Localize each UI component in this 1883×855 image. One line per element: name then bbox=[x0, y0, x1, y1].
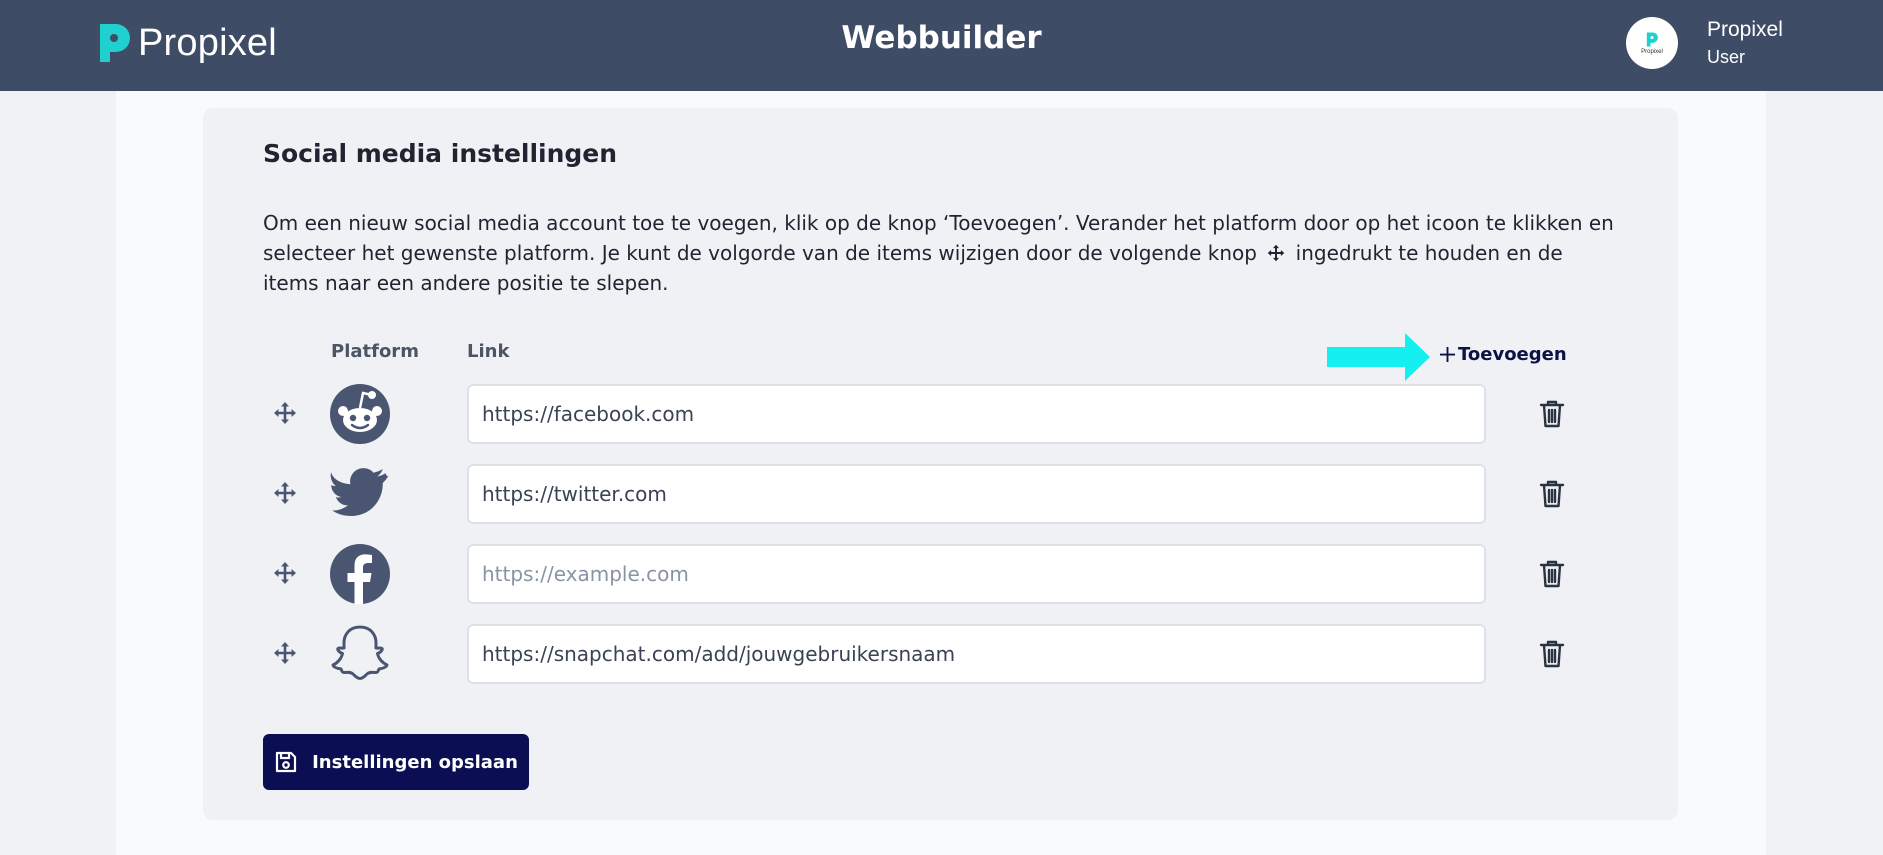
social-media-row bbox=[263, 464, 1583, 524]
link-input[interactable] bbox=[467, 544, 1486, 604]
link-input[interactable] bbox=[467, 384, 1486, 444]
column-header-platform: Platform bbox=[331, 341, 419, 362]
drag-handle-icon[interactable] bbox=[273, 561, 297, 585]
save-icon bbox=[276, 751, 297, 773]
link-input[interactable] bbox=[467, 624, 1486, 684]
social-media-row bbox=[263, 544, 1583, 604]
drag-handle-icon[interactable] bbox=[273, 481, 297, 505]
arrow-pointer-icon bbox=[1327, 333, 1430, 381]
facebook-icon[interactable] bbox=[330, 544, 390, 604]
avatar-text: Propixel bbox=[1641, 49, 1663, 55]
trash-icon[interactable] bbox=[1538, 399, 1566, 429]
twitter-icon[interactable] bbox=[330, 464, 390, 524]
social-media-row bbox=[263, 384, 1583, 444]
trash-icon[interactable] bbox=[1538, 559, 1566, 589]
settings-description: Om een nieuw social media account toe te… bbox=[263, 208, 1623, 298]
user-avatar[interactable]: Propixel bbox=[1626, 17, 1678, 69]
settings-title: Social media instellingen bbox=[263, 139, 618, 168]
trash-icon[interactable] bbox=[1538, 479, 1566, 509]
propixel-avatar-icon bbox=[1646, 32, 1658, 47]
top-navigation-bar: Propixel Webbuilder Propixel Propixel Us… bbox=[0, 0, 1883, 91]
trash-icon[interactable] bbox=[1538, 639, 1566, 669]
social-media-row bbox=[263, 624, 1583, 684]
user-name[interactable]: Propixel bbox=[1707, 18, 1783, 42]
add-button-label: Toevoegen bbox=[1458, 344, 1567, 365]
user-role: User bbox=[1707, 47, 1746, 67]
reddit-icon[interactable] bbox=[330, 384, 390, 444]
drag-handle-icon[interactable] bbox=[273, 641, 297, 665]
save-settings-button[interactable]: Instellingen opslaan bbox=[263, 734, 529, 790]
column-header-link: Link bbox=[467, 341, 510, 362]
link-input[interactable] bbox=[467, 464, 1486, 524]
save-button-label: Instellingen opslaan bbox=[312, 751, 518, 773]
drag-handle-icon[interactable] bbox=[273, 401, 297, 425]
move-icon bbox=[1268, 244, 1285, 262]
snapchat-icon[interactable] bbox=[330, 624, 390, 684]
plus-icon bbox=[1440, 347, 1455, 362]
app-title: Webbuilder bbox=[841, 20, 1042, 56]
add-button[interactable]: Toevoegen bbox=[1440, 344, 1567, 365]
